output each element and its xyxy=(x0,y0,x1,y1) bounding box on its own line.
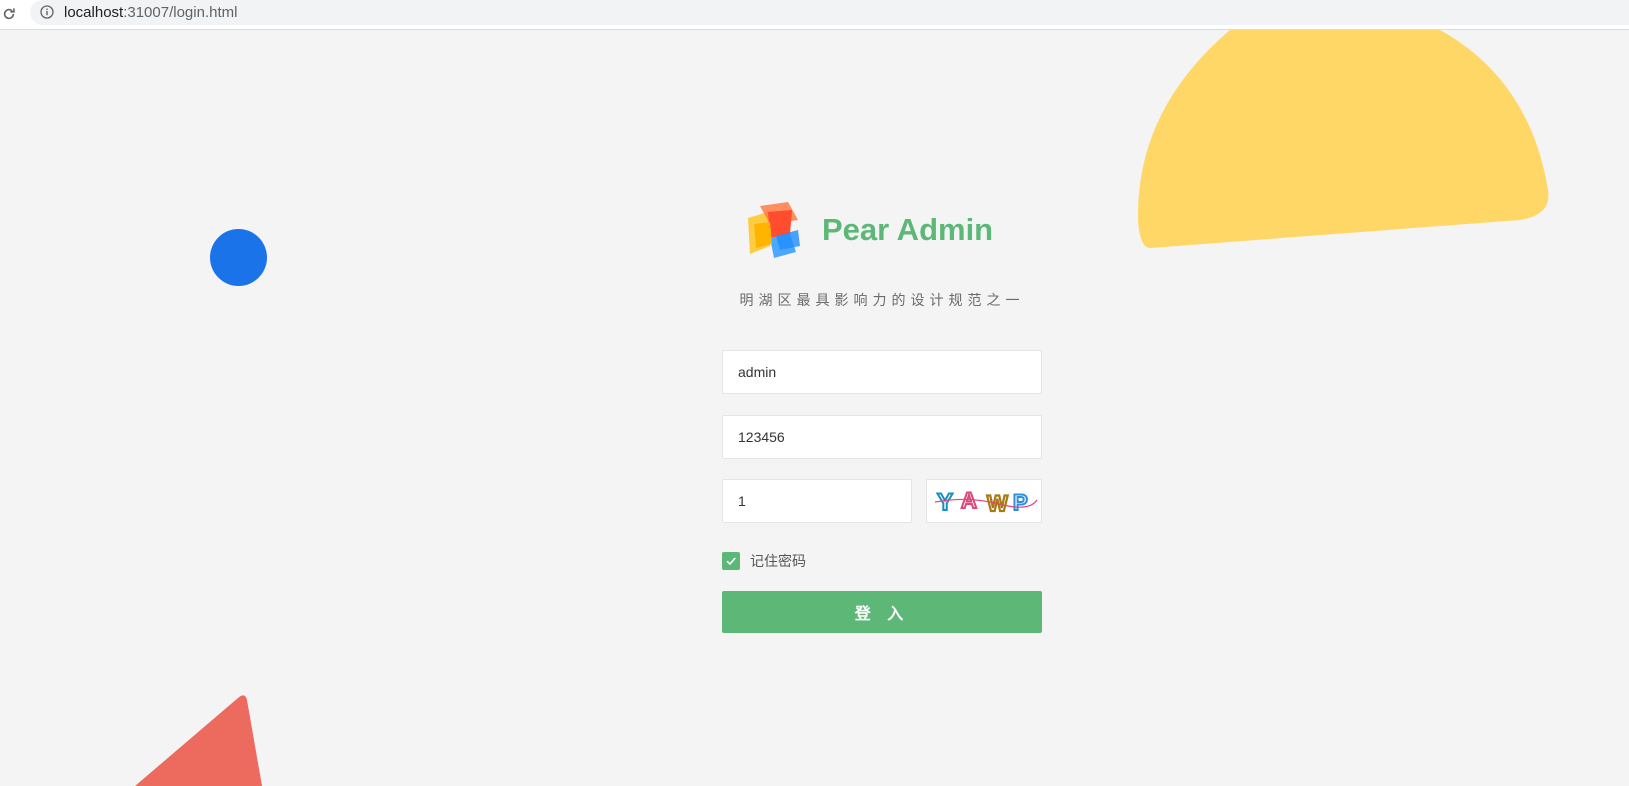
info-icon[interactable] xyxy=(40,5,54,19)
svg-text:P: P xyxy=(1013,490,1028,515)
red-triangle-decoration xyxy=(135,695,262,786)
url-text[interactable]: localhost:31007/login.html xyxy=(64,3,237,22)
remember-checkbox[interactable] xyxy=(722,552,740,570)
login-button[interactable]: 登 入 xyxy=(722,591,1042,633)
url-host: localhost xyxy=(64,4,124,21)
yellow-semicircle-decoration xyxy=(1137,30,1549,248)
url-bar[interactable] xyxy=(30,0,1629,25)
browser-address-bar: localhost:31007/login.html xyxy=(0,0,1629,30)
captcha-image[interactable]: Y A W P xyxy=(926,479,1042,523)
pear-admin-logo xyxy=(748,202,800,258)
captcha-char-1: Y xyxy=(937,489,953,516)
remember-password[interactable]: 记住密码 xyxy=(722,552,806,570)
password-input[interactable] xyxy=(722,415,1042,459)
check-icon xyxy=(726,557,736,566)
svg-text:A: A xyxy=(961,488,977,513)
reload-icon[interactable] xyxy=(0,4,18,24)
username-input[interactable] xyxy=(722,350,1042,394)
remember-label: 记住密码 xyxy=(750,553,806,569)
blue-circle-decoration xyxy=(210,229,267,286)
login-subtitle: 明湖区最具影响力的设计规范之一 xyxy=(739,292,1025,308)
captcha-input[interactable] xyxy=(722,479,912,523)
url-path: :31007/login.html xyxy=(123,4,238,21)
brand-title: Pear Admin xyxy=(822,212,994,247)
